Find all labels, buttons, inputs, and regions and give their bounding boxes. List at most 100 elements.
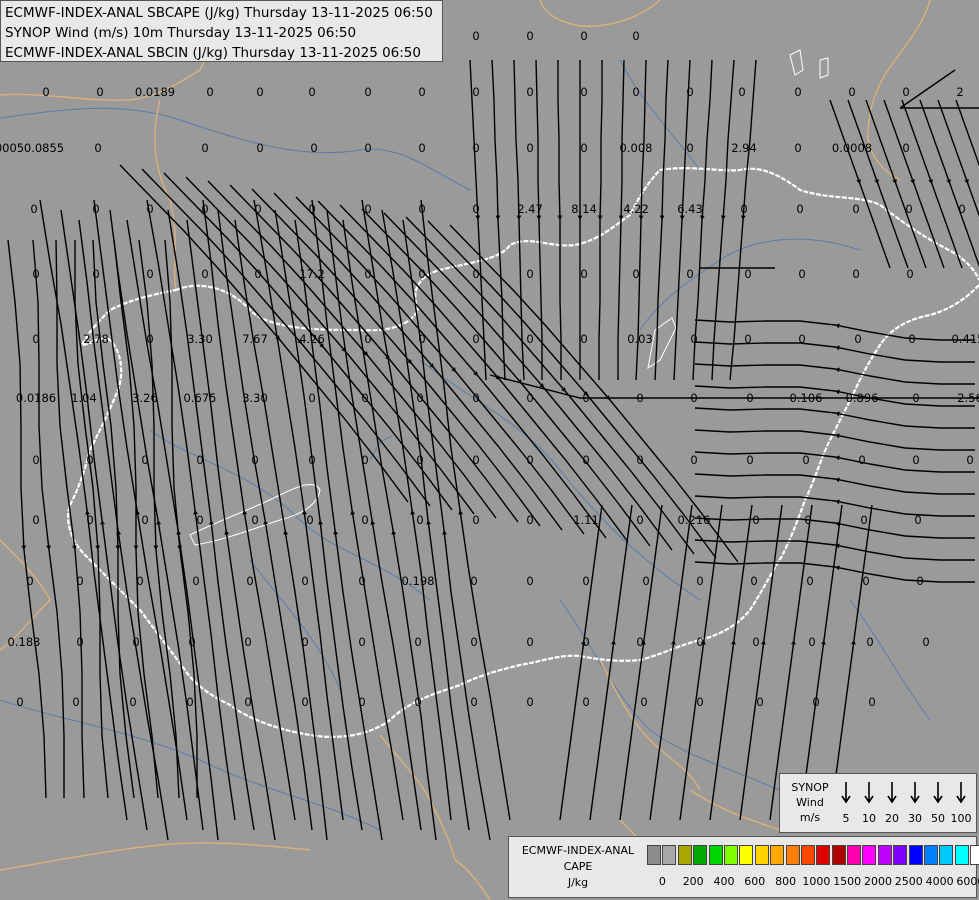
cape-value-label: 0: [798, 332, 805, 346]
cape-value-label: 0: [364, 202, 371, 216]
cape-value-label: 0: [686, 85, 693, 99]
cape-value-label: 0: [526, 332, 533, 346]
cape-value-label: 0: [301, 635, 308, 649]
cape-value-label: 0: [146, 267, 153, 281]
cape-color-scale: [647, 845, 979, 865]
cape-value-label: 0: [418, 141, 425, 155]
cape-value-label: 0: [472, 85, 479, 99]
cape-value-label: 0: [580, 332, 587, 346]
cape-value-label: 0: [94, 141, 101, 155]
cape-tick-label: 0: [658, 875, 666, 888]
cape-value-label: 0: [416, 453, 423, 467]
cape-value-label: 0: [192, 574, 199, 588]
cape-scale-ticks: 0 200 400 600 800 100015002000250040006000: [647, 875, 979, 889]
cape-value-label: 0: [361, 391, 368, 405]
cape-value-label: 0: [740, 202, 747, 216]
cape-value-label: 0: [632, 85, 639, 99]
cape-value-label: 0: [746, 453, 753, 467]
cape-value-label: 0: [186, 695, 193, 709]
cape-swatch: [877, 845, 892, 865]
cape-value-label: 0: [582, 635, 589, 649]
cape-value-label: 0: [690, 332, 697, 346]
cape-value-label: 0: [812, 695, 819, 709]
cape-tick-label: 600: [744, 875, 766, 888]
cape-value-label: 0: [636, 635, 643, 649]
cape-swatch: [800, 845, 815, 865]
cape-value-label: 0: [472, 29, 479, 43]
cape-swatch: [770, 845, 785, 865]
wind-speed-label: 100: [951, 812, 972, 825]
cape-value-label: 0: [966, 453, 973, 467]
cape-swatch: [893, 845, 908, 865]
cape-swatch: [924, 845, 939, 865]
header-line-sbcin: ECMWF-INDEX-ANAL SBCIN (J/kg) Thursday 1…: [5, 45, 421, 61]
weather-map[interactable]: 0 0 0 0 0 0 0 0 0 0 0 0 0 0 0.0189 0 0 0 0 0 0 0 0 0 0 0 0 0 0 2 0.000…: [0, 0, 979, 900]
wind-legend-title: SYNOP: [791, 781, 829, 794]
cape-value-label: 0: [76, 635, 83, 649]
cape-tick-label: 1000: [802, 875, 831, 888]
cape-value-label: 0: [738, 85, 745, 99]
cape-value-label: 0: [906, 267, 913, 281]
wind-speed-label: 50: [931, 812, 945, 825]
cape-value-label: 0: [418, 267, 425, 281]
cape-swatch: [739, 845, 754, 865]
cape-value-label: 0: [141, 453, 148, 467]
cape-value-label: 0: [526, 29, 533, 43]
cape-value-label: 0.216: [678, 513, 711, 527]
cape-value-label: 0: [580, 85, 587, 99]
cape-value-label: 0: [852, 267, 859, 281]
cape-value-label: 0: [750, 574, 757, 588]
wind-legend-arrows: 5 10 20 30 50 100: [841, 782, 972, 825]
wind-arrow-icon: [910, 782, 920, 804]
cape-value-label: 0: [361, 513, 368, 527]
cape-value-label: 0.0189: [135, 85, 175, 99]
cape-value-label: 0: [526, 141, 533, 155]
cape-legend-title: ECMWF-INDEX-ANAL: [521, 844, 635, 857]
cape-tick-label: 2000: [864, 875, 892, 888]
cape-swatch: [939, 845, 954, 865]
cape-value-label: 0: [472, 453, 479, 467]
cape-value-label: 0: [472, 267, 479, 281]
cape-value-label: 0.675: [184, 391, 217, 405]
cape-value-label: 0: [418, 202, 425, 216]
cape-value-label: 0: [418, 85, 425, 99]
cape-swatch: [647, 845, 661, 865]
cape-value-label: 0: [696, 695, 703, 709]
cape-value-label: 2.94: [731, 141, 757, 155]
cape-value-label: 3.30: [242, 391, 268, 405]
cape-swatch: [862, 845, 877, 865]
cape-value-label: 0: [852, 202, 859, 216]
cape-value-label: 6.43: [677, 202, 703, 216]
cape-value-label: 0: [922, 635, 929, 649]
cape-value-label: 0: [580, 141, 587, 155]
cape-value-label: 0: [908, 332, 915, 346]
cape-value-label: 0: [744, 267, 751, 281]
cape-value-label: 0: [860, 513, 867, 527]
cape-value-label: 0: [582, 391, 589, 405]
cape-legend: ECMWF-INDEX-ANAL CAPE J/kg 0 200 400 600 800…: [508, 836, 979, 898]
cape-value-label: 0.0186: [16, 391, 56, 405]
cape-value-label: 0: [866, 635, 873, 649]
cape-value-label: 0: [358, 635, 365, 649]
wind-arrow-icon: [956, 782, 966, 804]
cape-value-label: 0: [201, 267, 208, 281]
cape-value-label: 0: [256, 85, 263, 99]
cape-legend-subtitle: CAPE: [563, 860, 593, 873]
cape-value-label: 0: [636, 391, 643, 405]
cape-value-label: 0.415: [952, 332, 979, 346]
cape-value-label: 0: [526, 453, 533, 467]
cape-value-label: 0: [358, 695, 365, 709]
cape-tick-label: 4000: [925, 875, 954, 888]
cape-swatch: [677, 845, 692, 865]
cape-value-label: 0: [361, 453, 368, 467]
cape-value-label: 0: [582, 574, 589, 588]
cape-value-label: 0: [30, 202, 37, 216]
cape-value-label: 0: [251, 453, 258, 467]
wind-legend-unit: m/s: [799, 811, 821, 824]
cape-value-label: 2.56: [957, 391, 979, 405]
cape-value-label: 0: [794, 85, 801, 99]
wind-speed-label: 5: [843, 812, 850, 825]
wind-legend-subtitle: Wind: [796, 796, 824, 809]
wind-arrow-icon: [887, 782, 897, 804]
cape-value-label: 0: [902, 141, 909, 155]
